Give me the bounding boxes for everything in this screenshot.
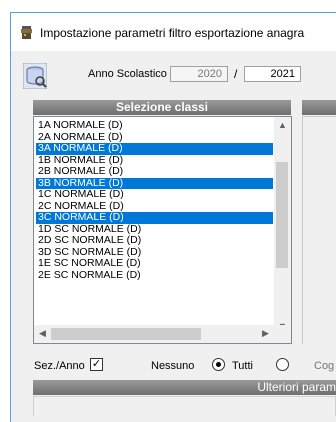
- class-list-item[interactable]: 3C NORMALE (D): [36, 212, 273, 224]
- class-list-item[interactable]: 2E SC NORMALE (D): [36, 270, 273, 282]
- class-list-item[interactable]: 1D SC NORMALE (D): [36, 224, 273, 236]
- radio-selected-dot: [216, 362, 221, 367]
- scroll-corner: [274, 325, 291, 343]
- nessuno-radio[interactable]: [212, 358, 225, 371]
- class-list-item[interactable]: 1E SC NORMALE (D): [36, 258, 273, 270]
- window-title: Impostazione parametri filtro esportazio…: [40, 26, 305, 40]
- year-separator: /: [234, 67, 238, 81]
- lower-section-title: Ulteriori param: [257, 380, 336, 394]
- class-list-item[interactable]: 2C NORMALE (D): [36, 201, 273, 213]
- class-list-item[interactable]: 2A NORMALE (D): [36, 132, 273, 144]
- app-icon: [21, 26, 32, 39]
- cognome-label-partial: Cog: [314, 360, 335, 372]
- title-bar: Impostazione parametri filtro esportazio…: [11, 13, 336, 51]
- class-list-item[interactable]: 1C NORMALE (D): [36, 189, 273, 201]
- sez-anno-label: Sez./Anno: [34, 360, 85, 372]
- class-list-item[interactable]: 2B NORMALE (D): [36, 166, 273, 178]
- tutti-radio[interactable]: [276, 358, 289, 371]
- school-year-label: Anno Scolastico: [88, 68, 167, 80]
- scroll-up-icon[interactable]: ▲: [274, 117, 291, 134]
- classes-listbox[interactable]: 1A NORMALE (D) 2A NORMALE (D) 3A NORMALE (…: [33, 116, 292, 344]
- right-panel-header: [302, 100, 336, 115]
- class-list-item[interactable]: 3B NORMALE (D): [36, 177, 273, 189]
- year-from-field: 2020: [170, 66, 228, 82]
- lower-section-panel: [33, 396, 336, 416]
- vertical-scroll-thumb[interactable]: [276, 162, 288, 268]
- database-icon[interactable]: [23, 63, 47, 89]
- lower-section-header: Ulteriori param: [33, 380, 336, 395]
- vertical-scrollbar[interactable]: ▲ ▼: [274, 117, 291, 335]
- classes-list: 1A NORMALE (D) 2A NORMALE (D) 3A NORMALE (…: [36, 120, 273, 281]
- right-panel: [302, 116, 336, 344]
- tutti-label: Tutti: [232, 360, 253, 372]
- class-list-item[interactable]: 3A NORMALE (D): [36, 143, 273, 155]
- year-to-field[interactable]: 2021: [244, 66, 301, 82]
- scroll-left-icon[interactable]: ◀: [34, 325, 51, 342]
- year-toolbar: Anno Scolastico 2020 / 2021: [11, 51, 336, 95]
- horizontal-scrollbar[interactable]: ◀ ▶: [34, 325, 274, 343]
- class-list-item[interactable]: 1B NORMALE (D): [36, 155, 273, 167]
- sez-anno-checkbox[interactable]: ✓: [90, 358, 103, 371]
- class-list-item[interactable]: 3D SC NORMALE (D): [36, 247, 273, 259]
- nessuno-label: Nessuno: [151, 360, 195, 372]
- horizontal-scroll-thumb[interactable]: [51, 328, 201, 340]
- class-list-item[interactable]: 1A NORMALE (D): [36, 120, 273, 132]
- scroll-right-icon[interactable]: ▶: [257, 325, 274, 342]
- class-list-item[interactable]: 2D SC NORMALE (D): [36, 235, 273, 247]
- classes-header: Selezione classi: [33, 100, 291, 115]
